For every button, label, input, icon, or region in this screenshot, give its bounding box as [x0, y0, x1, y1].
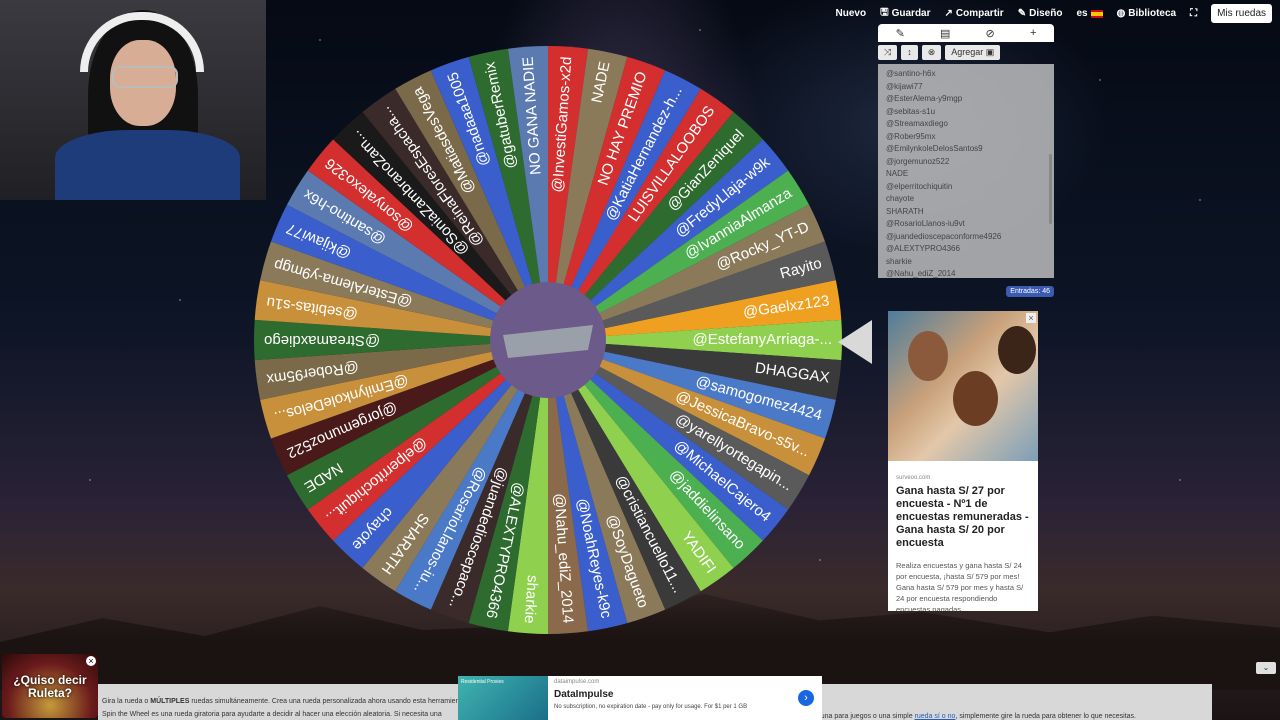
- dataimpulse-ad[interactable]: Residential Proxies dataimpulse.com Data…: [458, 676, 822, 720]
- entry-line: SHARATH: [886, 206, 924, 216]
- entries-count: Entradas: 46: [878, 280, 1054, 298]
- entry-line: @Nahu_ediZ_2014: [886, 269, 956, 278]
- promo-text: ¿Quiso decir Ruleta?: [13, 673, 87, 700]
- webcam-overlay: [0, 0, 266, 200]
- entry-line: chayote: [886, 194, 915, 203]
- fullscreen-icon[interactable]: ⛶: [1190, 8, 1197, 19]
- entries-count-badge: Entradas: 46: [1006, 286, 1054, 297]
- entry-line: @jorgemunoz522: [886, 156, 950, 166]
- language-selector[interactable]: es: [1076, 8, 1103, 19]
- entry-line: @elperritochiquitin: [886, 181, 953, 191]
- roulette-promo[interactable]: × ¿Quiso decir Ruleta?: [2, 654, 98, 718]
- wheel-pointer-icon: [838, 320, 872, 364]
- entry-line: @EsterAlema-y9mgp: [886, 94, 963, 103]
- entry-line: @EmilynkoleDelosSantos9: [886, 144, 983, 153]
- chevron-down-icon[interactable]: ⌄: [1256, 662, 1276, 674]
- ad-source: surveoo.com: [896, 475, 931, 481]
- new-button[interactable]: Nuevo: [836, 8, 867, 19]
- wheel-slice-label: sharkie: [521, 575, 541, 624]
- ad-person: [908, 331, 948, 381]
- wheel-slice-label: @EstefanyArriaga-...: [693, 331, 832, 348]
- library-button[interactable]: ◍ Biblioteca: [1117, 8, 1177, 19]
- ad-body: dataimpulse.com DataImpulse No subscript…: [548, 676, 822, 720]
- ad-photo: ×: [888, 311, 1038, 461]
- ad-thumbnail: Residential Proxies: [458, 676, 548, 720]
- share-button[interactable]: ↗ Compartir: [945, 8, 1004, 19]
- entry-line: sharkie: [886, 256, 912, 266]
- survey-ad[interactable]: × surveoo.com Gana hasta S/ 27 por encue…: [888, 311, 1038, 611]
- ad-person: [953, 371, 998, 426]
- close-icon[interactable]: ×: [86, 656, 96, 666]
- entry-line: @sebitas-s1u: [886, 106, 936, 116]
- entry-line: @juandedioscepaconforme4926: [886, 231, 1002, 241]
- sort-button[interactable]: ↕: [901, 45, 918, 60]
- tab-hide-icon[interactable]: ⊘: [986, 27, 995, 40]
- ad-title[interactable]: Gana hasta S/ 27 por encuesta - Nº1 de e…: [888, 485, 1038, 550]
- entries-scrollbar[interactable]: [1049, 154, 1052, 224]
- add-image-button[interactable]: Agregar ▣: [945, 45, 1001, 60]
- ad-description: Realiza encuestas y gana hasta S/ 24 por…: [896, 561, 1024, 611]
- top-navigation: Nuevo 🖫 Guardar ↗ Compartir ✎ Diseño es ◍ Bi…: [836, 4, 1272, 23]
- close-icon[interactable]: ×: [1026, 313, 1036, 323]
- wheel-slice-label: @Streamaxdiego: [264, 332, 380, 349]
- my-wheels-button[interactable]: Mis ruedas: [1211, 4, 1272, 23]
- entry-line: NADE: [886, 169, 909, 178]
- entries-textarea[interactable]: @santino-h6x @kijawi77 @EsterAlema-y9mgp…: [878, 64, 1054, 278]
- info-line-3: rtuna para juegos o una simple rueda sí …: [816, 713, 1137, 720]
- panel-tools: ⤨ ↕ ⊗ Agregar ▣: [878, 45, 1054, 60]
- arrow-right-icon[interactable]: ›: [798, 690, 814, 706]
- ad-name[interactable]: DataImpulse: [554, 689, 816, 700]
- tab-edit-icon[interactable]: ✎: [896, 27, 905, 40]
- shuffle-button[interactable]: ⤨: [878, 45, 898, 60]
- wheel[interactable]: @Gaelxz123 @EstefanyArriaga-... DHAGGAX @sa…: [252, 44, 844, 636]
- ad-subtitle: No subscription, no expiration date - pa…: [554, 704, 748, 710]
- entry-line: @ALEXTYPRO4366: [886, 244, 960, 253]
- ad-domain: dataimpulse.com: [554, 679, 600, 685]
- settings-button[interactable]: ⊗: [921, 45, 942, 60]
- globe-icon: ◍: [1116, 8, 1126, 19]
- streamer-shirt: [55, 130, 240, 200]
- ad-person: [998, 326, 1036, 374]
- tab-add-icon[interactable]: +: [1030, 27, 1036, 39]
- brush-icon: ✎: [1017, 8, 1027, 19]
- panel-tabs: ✎ ▤ ⊘ +: [878, 24, 1054, 42]
- entry-line: @santino-h6x: [886, 69, 936, 78]
- tab-list-icon[interactable]: ▤: [940, 27, 950, 40]
- save-button[interactable]: 🖫 Guardar: [880, 5, 930, 22]
- yes-no-wheel-link[interactable]: rueda sí o no: [915, 713, 956, 720]
- save-icon: 🖫: [880, 7, 889, 18]
- entry-line: @Streamaxdiego: [886, 119, 948, 128]
- wheel-svg[interactable]: @Gaelxz123@EstefanyArriaga-...DHAGGAX@sa…: [252, 44, 844, 636]
- design-button[interactable]: ✎ Diseño: [1018, 8, 1063, 19]
- entries-panel: ✎ ▤ ⊘ + ⤨ ↕ ⊗ Agregar ▣ @santino-h6x @ki…: [878, 24, 1054, 298]
- spain-flag-icon: [1090, 9, 1103, 18]
- entry-line: @Rober95mx: [886, 131, 936, 141]
- entry-line: @kijawi77: [886, 81, 923, 91]
- entry-line: @RosarioLlanos-iu9vt: [886, 219, 965, 228]
- headset: [80, 12, 204, 72]
- share-icon: ↗: [944, 8, 953, 19]
